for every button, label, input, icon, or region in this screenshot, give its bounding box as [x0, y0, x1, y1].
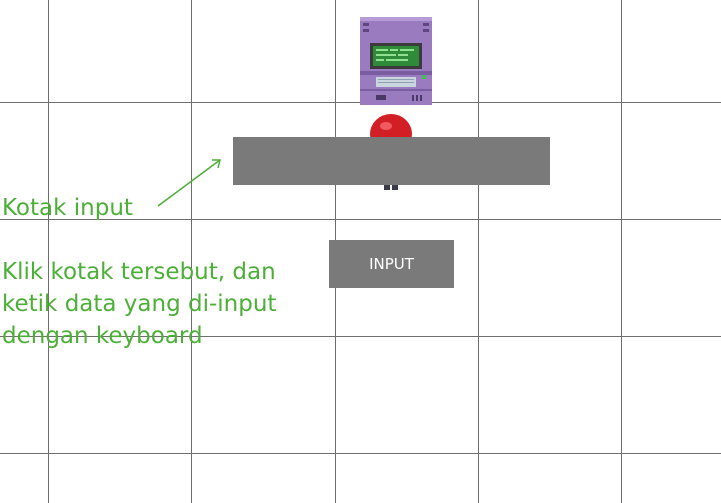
annotation-line: Klik kotak tersebut, dan	[2, 259, 276, 285]
retro-computer-icon[interactable]	[360, 17, 432, 105]
annotation-body: Klik kotak tersebut, dan ketik data yang…	[2, 256, 322, 352]
annotation-title: Kotak input	[2, 195, 133, 221]
grid-line	[48, 0, 49, 503]
input-box[interactable]	[233, 137, 550, 185]
annotation-line: ketik data yang di-input	[2, 291, 277, 317]
grid-line	[621, 0, 622, 503]
annotation-line: dengan keyboard	[2, 323, 203, 349]
grid-line	[478, 0, 479, 503]
arrow-icon	[157, 159, 221, 207]
grid-line	[0, 453, 721, 454]
grid-line	[191, 0, 192, 503]
input-button[interactable]: INPUT	[329, 240, 454, 288]
